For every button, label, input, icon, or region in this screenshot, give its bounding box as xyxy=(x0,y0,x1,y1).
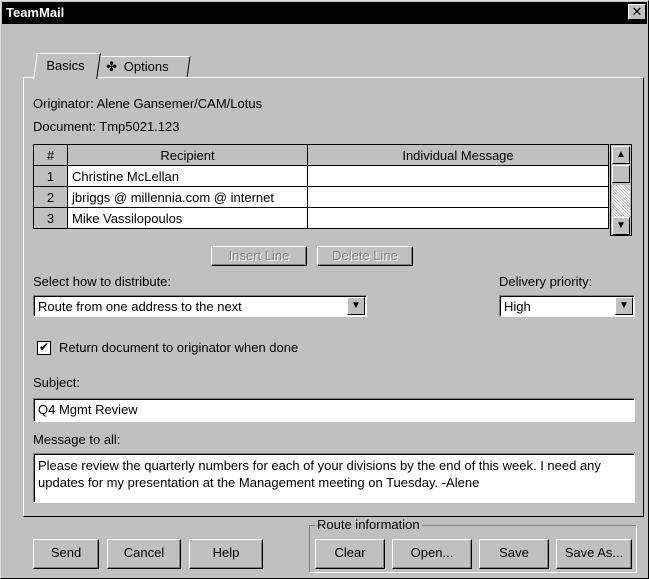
column-header-number[interactable]: # xyxy=(33,144,68,166)
subject-input-value: Q4 Mgmt Review xyxy=(38,402,138,417)
chevron-down-icon[interactable]: ▼ xyxy=(615,297,633,315)
help-button-label: Help xyxy=(212,545,240,560)
subject-input[interactable]: Q4 Mgmt Review xyxy=(33,398,635,422)
recipient-cell[interactable]: Christine McLellan xyxy=(67,165,308,187)
row-number: 3 xyxy=(33,207,68,229)
message-textarea-value: Please review the quarterly numbers for … xyxy=(38,458,601,490)
delete-line-button[interactable]: Delete Line xyxy=(317,246,413,266)
column-header-individual-message[interactable]: Individual Message xyxy=(307,144,609,166)
close-button[interactable]: ✕ xyxy=(628,4,646,20)
options-icon: ✤ xyxy=(106,59,118,74)
delete-line-label: Delete Line xyxy=(332,248,398,263)
insert-line-label: Insert Line xyxy=(228,248,290,263)
document-row: Document: Tmp5021.123 xyxy=(33,119,180,134)
teammail-dialog: TeamMail ✕ Basics ✤ Options Originator: … xyxy=(0,0,649,579)
document-label: Document: xyxy=(33,119,96,134)
title-bar: TeamMail ✕ xyxy=(2,2,647,24)
individual-message-cell[interactable] xyxy=(307,186,609,208)
tab-options-label: Options xyxy=(123,59,169,74)
row-number: 2 xyxy=(33,186,68,208)
column-header-recipient[interactable]: Recipient xyxy=(67,144,308,166)
distribute-select[interactable]: Route from one address to the next ▼ xyxy=(33,295,367,317)
document-value: Tmp5021.123 xyxy=(99,119,180,134)
insert-line-button[interactable]: Insert Line xyxy=(211,246,307,266)
tab-basics[interactable]: Basics xyxy=(33,53,101,79)
table-header-row: # Recipient Individual Message xyxy=(33,144,609,166)
scroll-thumb[interactable] xyxy=(612,165,630,183)
chevron-down-icon[interactable]: ▼ xyxy=(347,297,365,315)
close-icon: ✕ xyxy=(631,4,643,19)
checkmark-icon: ✔ xyxy=(38,340,50,354)
route-save-as-button[interactable]: Save As... xyxy=(556,539,632,569)
scroll-down-button[interactable]: ▼ xyxy=(612,217,630,235)
route-save-as-label: Save As... xyxy=(564,545,624,560)
message-textarea[interactable]: Please review the quarterly numbers for … xyxy=(33,453,635,503)
route-information-label: Route information xyxy=(315,517,422,532)
window-title: TeamMail xyxy=(6,5,65,20)
row-number: 1 xyxy=(33,165,68,187)
scroll-down-icon: ▼ xyxy=(616,220,626,231)
table-scrollbar[interactable]: ▲ ▼ xyxy=(610,144,632,236)
priority-select-value: High xyxy=(504,299,531,314)
tab-basics-label: Basics xyxy=(46,58,85,73)
individual-message-cell[interactable] xyxy=(307,207,609,229)
route-save-label: Save xyxy=(499,545,529,560)
route-save-button[interactable]: Save xyxy=(479,539,549,569)
recipients-table: # Recipient Individual Message 1 Christi… xyxy=(33,144,609,229)
originator-row: Originator: Alene Gansemer/CAM/Lotus xyxy=(33,96,262,111)
priority-select[interactable]: High ▼ xyxy=(499,295,635,317)
route-clear-button[interactable]: Clear xyxy=(315,539,385,569)
return-document-checkbox[interactable]: ✔ xyxy=(37,341,51,355)
priority-label: Delivery priority: xyxy=(499,274,593,289)
scroll-track[interactable] xyxy=(612,185,630,217)
recipient-cell[interactable]: jbriggs @ millennia.com @ internet xyxy=(67,186,308,208)
individual-message-cell[interactable] xyxy=(307,165,609,187)
help-button[interactable]: Help xyxy=(189,539,263,569)
cancel-button[interactable]: Cancel xyxy=(107,539,181,569)
subject-label: Subject: xyxy=(33,375,80,390)
tab-options[interactable]: ✤ Options xyxy=(95,56,191,78)
return-document-label[interactable]: Return document to originator when done xyxy=(59,340,298,355)
table-row[interactable]: 3 Mike Vassilopoulos xyxy=(33,207,609,229)
distribute-label: Select how to distribute: xyxy=(33,274,172,289)
table-row[interactable]: 2 jbriggs @ millennia.com @ internet xyxy=(33,186,609,208)
scroll-up-button[interactable]: ▲ xyxy=(612,146,630,164)
originator-label: Originator: xyxy=(33,96,94,111)
originator-value: Alene Gansemer/CAM/Lotus xyxy=(96,96,263,111)
table-row[interactable]: 1 Christine McLellan xyxy=(33,165,609,187)
cancel-button-label: Cancel xyxy=(123,545,165,560)
scroll-up-icon: ▲ xyxy=(616,149,626,160)
send-button-label: Send xyxy=(50,545,82,560)
send-button[interactable]: Send xyxy=(33,539,99,569)
message-label: Message to all: xyxy=(33,432,121,447)
route-open-button[interactable]: Open... xyxy=(392,539,472,569)
route-open-label: Open... xyxy=(410,545,454,560)
route-clear-label: Clear xyxy=(334,545,366,560)
recipient-cell[interactable]: Mike Vassilopoulos xyxy=(67,207,308,229)
distribute-select-value: Route from one address to the next xyxy=(38,299,242,314)
